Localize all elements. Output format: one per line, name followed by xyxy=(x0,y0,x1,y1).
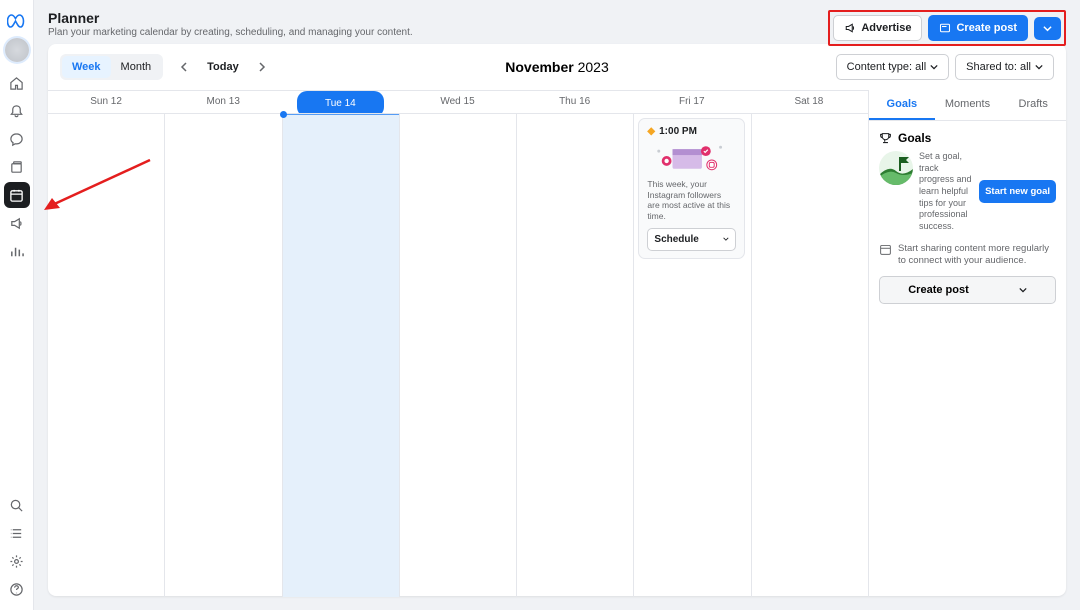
month-name: November xyxy=(505,59,573,75)
day-label: Mon 13 xyxy=(207,96,240,107)
account-avatar[interactable] xyxy=(5,38,29,62)
day-header: Sun 12 xyxy=(48,91,165,113)
create-post-caret-button[interactable] xyxy=(1034,17,1061,40)
chevron-down-icon xyxy=(1043,24,1052,33)
suggestion-time: 1:00 PM xyxy=(659,126,697,137)
home-icon[interactable] xyxy=(4,70,30,96)
view-switch: Week Month xyxy=(60,54,163,80)
day-headers: Sun 12 Mon 13 Tue 14 Wed 15 Thu 16 Fri 1… xyxy=(48,91,868,113)
goals-heading: Goals xyxy=(879,131,1056,145)
day-header-active: Tue 14 xyxy=(282,91,399,113)
header-actions-highlight: Advertise Create post xyxy=(828,10,1066,46)
compose-icon xyxy=(939,22,951,34)
advertise-label: Advertise xyxy=(861,22,911,34)
day-header: Sat 18 xyxy=(751,91,868,113)
tab-drafts[interactable]: Drafts xyxy=(1000,90,1066,120)
chevron-down-icon xyxy=(723,235,729,243)
help-icon[interactable] xyxy=(4,576,30,602)
goals-row: Set a goal, track progress and learn hel… xyxy=(879,151,1056,233)
goals-illustration xyxy=(879,151,913,185)
planner-icon[interactable] xyxy=(4,182,30,208)
day-column-current[interactable] xyxy=(283,114,400,597)
right-panel: Goals Moments Drafts Goals Set a goal, t… xyxy=(868,90,1066,597)
day-column[interactable]: ◆ 1:00 PM xyxy=(634,114,751,597)
page-title: Planner xyxy=(48,10,828,26)
day-label: Thu 16 xyxy=(559,96,590,107)
sharing-tip: Start sharing content more regularly to … xyxy=(879,243,1056,268)
next-button[interactable] xyxy=(251,56,273,78)
suggestion-text: This week, your Instagram followers are … xyxy=(647,179,735,222)
advertise-button[interactable]: Advertise xyxy=(833,15,922,41)
day-header: Fri 17 xyxy=(634,91,751,113)
today-button[interactable]: Today xyxy=(199,61,247,73)
day-header: Wed 15 xyxy=(399,91,516,113)
current-month: November 2023 xyxy=(505,59,609,75)
content-icon[interactable] xyxy=(4,154,30,180)
suggestion-illustration xyxy=(647,141,735,175)
card-body: Sun 12 Mon 13 Tue 14 Wed 15 Thu 16 Fri 1… xyxy=(48,90,1066,597)
month-view-button[interactable]: Month xyxy=(111,56,162,78)
panel-tabs: Goals Moments Drafts xyxy=(869,90,1066,121)
calendar-grid[interactable]: ◆ 1:00 PM xyxy=(48,113,868,597)
calendar: Sun 12 Mon 13 Tue 14 Wed 15 Thu 16 Fri 1… xyxy=(48,90,868,597)
notifications-icon[interactable] xyxy=(4,98,30,124)
content-type-filter[interactable]: Content type: all xyxy=(836,54,950,80)
week-view-button[interactable]: Week xyxy=(62,56,111,78)
chevron-down-icon xyxy=(930,63,938,71)
month-year: 2023 xyxy=(578,59,609,75)
meta-logo-icon xyxy=(4,8,30,34)
toolbar: Week Month Today November 2023 Content t… xyxy=(48,44,1066,90)
left-sidebar xyxy=(0,0,34,610)
inbox-icon[interactable] xyxy=(4,126,30,152)
create-post-panel-button[interactable]: Create post xyxy=(879,276,1056,304)
page-header: Planner Plan your marketing calendar by … xyxy=(34,0,1080,44)
day-label: Wed 15 xyxy=(440,96,474,107)
day-column[interactable] xyxy=(517,114,634,597)
day-column[interactable] xyxy=(400,114,517,597)
megaphone-icon xyxy=(844,22,856,34)
insights-icon[interactable] xyxy=(4,238,30,264)
main-area: Planner Plan your marketing calendar by … xyxy=(34,0,1080,610)
day-label: Sun 12 xyxy=(90,96,122,107)
create-post-button[interactable]: Create post xyxy=(928,15,1028,41)
menu-list-icon[interactable] xyxy=(4,520,30,546)
day-header: Thu 16 xyxy=(517,91,634,113)
schedule-label: Schedule xyxy=(654,234,698,245)
day-column[interactable] xyxy=(752,114,868,597)
suggestion-time-row: ◆ 1:00 PM xyxy=(647,126,735,137)
shared-to-label: Shared to: all xyxy=(966,61,1031,73)
tab-goals[interactable]: Goals xyxy=(869,90,935,120)
now-marker-line xyxy=(283,114,399,115)
chevron-down-icon xyxy=(1035,63,1043,71)
day-header: Mon 13 xyxy=(165,91,282,113)
day-label: Sat 18 xyxy=(794,96,823,107)
ads-icon[interactable] xyxy=(4,210,30,236)
day-label: Fri 17 xyxy=(679,96,705,107)
create-post-label: Create post xyxy=(956,22,1017,34)
sharing-tip-text: Start sharing content more regularly to … xyxy=(898,243,1056,268)
schedule-button[interactable]: Schedule xyxy=(647,228,735,251)
trophy-icon xyxy=(879,132,892,145)
day-column[interactable] xyxy=(165,114,282,597)
settings-icon[interactable] xyxy=(4,548,30,574)
prev-button[interactable] xyxy=(173,56,195,78)
search-icon[interactable] xyxy=(4,492,30,518)
start-new-goal-button[interactable]: Start new goal xyxy=(979,180,1056,203)
content-type-label: Content type: all xyxy=(847,61,927,73)
calendar-small-icon xyxy=(879,243,892,256)
panel-body: Goals Set a goal, track progress and lea… xyxy=(869,121,1066,314)
tab-moments[interactable]: Moments xyxy=(935,90,1001,120)
lightning-icon: ◆ xyxy=(647,126,655,137)
goals-heading-text: Goals xyxy=(898,131,931,145)
create-post-panel-label: Create post xyxy=(908,284,969,296)
suggestion-card: ◆ 1:00 PM xyxy=(638,118,744,259)
goals-description: Set a goal, track progress and learn hel… xyxy=(919,151,973,233)
chevron-down-icon xyxy=(1019,286,1027,294)
chevron-right-icon xyxy=(258,62,266,72)
shared-to-filter[interactable]: Shared to: all xyxy=(955,54,1054,80)
page-subtitle: Plan your marketing calendar by creating… xyxy=(48,27,828,38)
day-column[interactable] xyxy=(48,114,165,597)
chevron-left-icon xyxy=(180,62,188,72)
planner-card: Week Month Today November 2023 Content t… xyxy=(48,44,1066,596)
